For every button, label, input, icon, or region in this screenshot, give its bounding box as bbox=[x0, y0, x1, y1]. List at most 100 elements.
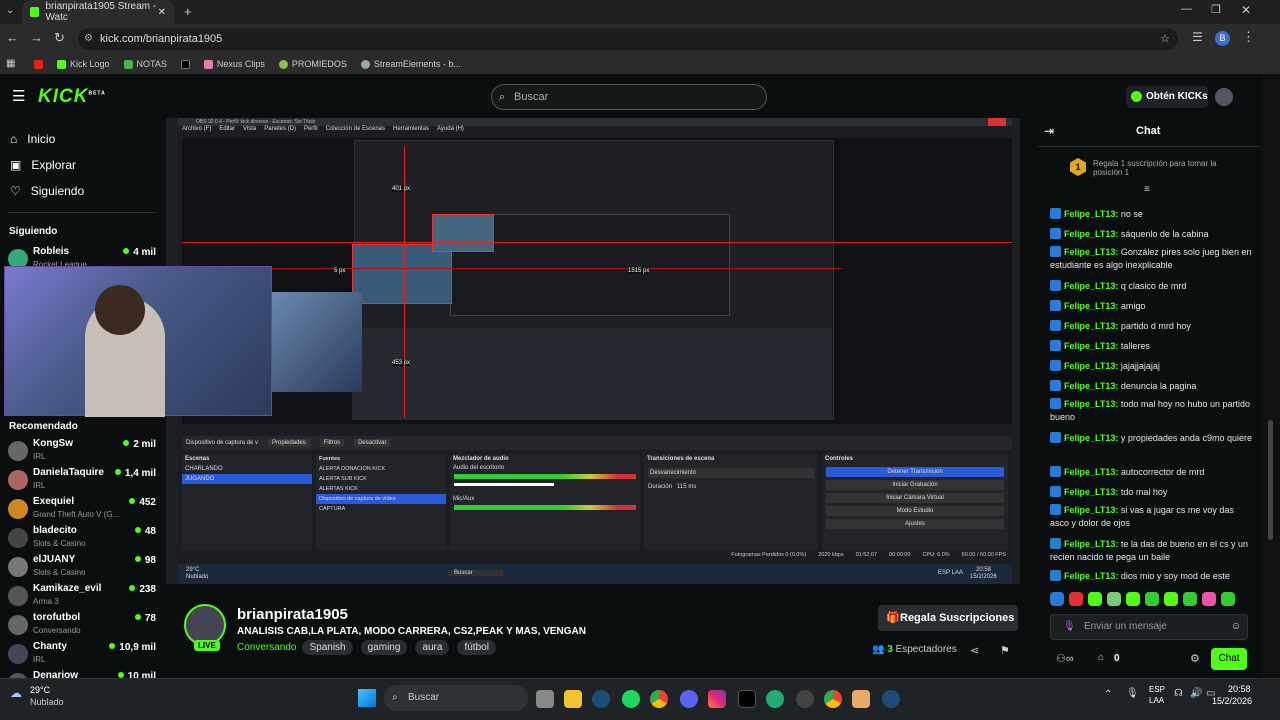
emote-icon[interactable] bbox=[1145, 592, 1159, 606]
file-explorer-icon[interactable] bbox=[564, 690, 582, 708]
collapse-chat-icon[interactable]: ⇥ bbox=[1044, 124, 1054, 138]
chat-input[interactable]: 🎙 Enviar un mensaje ☺ bbox=[1050, 614, 1248, 640]
recommended-channel[interactable]: Chanty IRL 10,9 mil bbox=[8, 641, 156, 669]
share-icon[interactable]: ⋖ bbox=[970, 644, 979, 657]
recommended-channel[interactable]: Kamikaze_evil Arma 3 238 bbox=[8, 583, 156, 611]
bookmark-x[interactable] bbox=[180, 59, 190, 69]
chrome-active-icon[interactable] bbox=[824, 690, 842, 708]
emote-icon[interactable] bbox=[1221, 592, 1235, 606]
chat-message[interactable]: Felipe_LT13: dios mio y soy mod de este bbox=[1050, 570, 1254, 583]
instagram-icon[interactable] bbox=[708, 690, 726, 708]
recommended-channel[interactable]: torofutbol Conversando 78 bbox=[8, 612, 156, 640]
steam-2-icon[interactable] bbox=[882, 690, 900, 708]
chat-username[interactable]: Felipe_LT13: bbox=[1064, 209, 1118, 219]
gift-subs-button[interactable]: 🎁 Regala Suscripciones bbox=[878, 605, 1018, 631]
lang-primary[interactable]: ESP bbox=[1149, 685, 1165, 694]
steam-icon[interactable] bbox=[592, 690, 610, 708]
tab-list-icon[interactable]: ⌄ bbox=[6, 5, 14, 16]
chat-settings-icon[interactable]: ⚙ bbox=[1190, 652, 1200, 665]
apps-grid-icon[interactable]: ▦ bbox=[6, 58, 15, 69]
chat-username[interactable]: Felipe_LT13: bbox=[1064, 247, 1118, 257]
site-info-icon[interactable]: ⚙ bbox=[84, 28, 93, 50]
video-player[interactable]: OBS 32.0.4 - Perfil: kick directos - Esc… bbox=[4, 118, 1020, 584]
search-input[interactable]: ⌕ Buscar bbox=[491, 84, 767, 110]
chat-message[interactable]: Felipe_LT13: q clasico de mrd bbox=[1050, 280, 1254, 293]
bookmark-youtube[interactable] bbox=[34, 59, 43, 69]
chat-message[interactable]: Felipe_LT13: González pires solo jueg bi… bbox=[1050, 246, 1254, 272]
chat-username[interactable]: Felipe_LT13: bbox=[1064, 361, 1118, 371]
chat-message[interactable]: Felipe_LT13: partido d mrd hoy bbox=[1050, 320, 1254, 333]
emote-icon[interactable] bbox=[1183, 592, 1197, 606]
close-tab-icon[interactable]: ✕ bbox=[158, 7, 166, 18]
tiktok-icon[interactable] bbox=[738, 690, 756, 708]
nav-explore[interactable]: ▣ Explorar bbox=[10, 158, 76, 172]
channel-name[interactable]: brianpirata1905 bbox=[237, 606, 348, 623]
bookmark-promiedos[interactable]: PROMIEDOS bbox=[278, 59, 347, 69]
chat-message[interactable]: Felipe_LT13: no se bbox=[1050, 208, 1254, 221]
chevron-down-icon[interactable]: ≡ bbox=[1144, 184, 1150, 195]
chat-message[interactable]: Felipe_LT13: si vas a jugar cs me voy da… bbox=[1050, 504, 1254, 530]
gift-box-icon[interactable]: ⌂ bbox=[1098, 652, 1104, 663]
nav-home[interactable]: ⌂ Inicio bbox=[10, 132, 55, 146]
chat-message[interactable]: Felipe_LT13: denuncia la pagina bbox=[1050, 380, 1254, 393]
emote-icon[interactable] bbox=[1088, 592, 1102, 606]
chat-username[interactable]: Felipe_LT13: bbox=[1064, 301, 1118, 311]
chat-message[interactable]: Felipe_LT13: y propiedades anda c9mo qui… bbox=[1050, 432, 1254, 445]
chat-username[interactable]: Felipe_LT13: bbox=[1064, 321, 1118, 331]
chrome-icon[interactable] bbox=[650, 690, 668, 708]
kicks-points-icon[interactable]: ⚇∞ bbox=[1056, 652, 1074, 665]
maximize-icon[interactable]: ❐ bbox=[1211, 3, 1221, 16]
emote-icon[interactable] bbox=[1069, 592, 1083, 606]
chat-username[interactable]: Felipe_LT13: bbox=[1064, 539, 1118, 549]
bookmark-nexus-clips[interactable]: Nexus Clips bbox=[203, 59, 265, 69]
chat-message[interactable]: Felipe_LT13: amigo bbox=[1050, 300, 1254, 313]
back-icon[interactable]: ← bbox=[6, 30, 19, 45]
new-tab-icon[interactable]: + bbox=[184, 4, 192, 19]
chat-message[interactable]: Felipe_LT13: te la das de bueno en el cs… bbox=[1050, 538, 1254, 564]
mic-icon[interactable]: 🎙 bbox=[1063, 615, 1076, 639]
bookmark-kick-logo[interactable]: Kick Logo bbox=[57, 59, 110, 69]
tag-spanish[interactable]: Spanish bbox=[302, 640, 353, 655]
weather-icon[interactable]: ☁ bbox=[10, 686, 22, 700]
get-kicks-button[interactable]: Obtén KICKs bbox=[1126, 86, 1208, 108]
recommended-channel[interactable]: DanielaTaquire IRL 1,4 mil bbox=[8, 467, 156, 495]
taskbar-search[interactable]: ⌕ Buscar bbox=[384, 685, 528, 711]
tag-futbol[interactable]: fútbol bbox=[457, 640, 496, 655]
browser-menu-icon[interactable]: ⋮ bbox=[1242, 29, 1255, 45]
minimize-icon[interactable]: — bbox=[1181, 3, 1192, 15]
chat-send-button[interactable]: Chat bbox=[1211, 648, 1247, 670]
close-window-icon[interactable]: ✕ bbox=[1241, 3, 1251, 17]
chat-username[interactable]: Felipe_LT13: bbox=[1064, 399, 1118, 409]
emote-icon[interactable] bbox=[1202, 592, 1216, 606]
emoji-icon[interactable]: ☺ bbox=[1231, 615, 1241, 639]
emote-icon[interactable] bbox=[1164, 592, 1178, 606]
chat-message[interactable]: Felipe_LT13: talleres bbox=[1050, 340, 1254, 353]
discord-icon[interactable] bbox=[680, 690, 698, 708]
url-field[interactable]: ⚙ kick.com/brianpirata1905 ☆ bbox=[78, 28, 1178, 50]
chat-username[interactable]: Felipe_LT13: bbox=[1064, 229, 1118, 239]
tag-gaming[interactable]: gaming bbox=[360, 640, 408, 655]
chat-message[interactable]: Felipe_LT13: todo mal hoy no hubo un par… bbox=[1050, 398, 1254, 424]
chat-username[interactable]: Felipe_LT13: bbox=[1064, 281, 1118, 291]
forward-icon[interactable]: → bbox=[30, 30, 43, 45]
app-icon[interactable] bbox=[766, 690, 784, 708]
user-avatar[interactable] bbox=[1215, 88, 1233, 106]
nav-following[interactable]: ♡ Siguiendo bbox=[10, 184, 84, 198]
recommended-channel[interactable]: bladecito Slots & Casino 48 bbox=[8, 525, 156, 553]
profile-avatar[interactable]: B bbox=[1215, 31, 1230, 46]
clock-time[interactable]: 20:58 bbox=[1228, 684, 1251, 694]
chat-username[interactable]: Felipe_LT13: bbox=[1064, 467, 1118, 477]
volume-icon[interactable]: 🔊 bbox=[1190, 688, 1202, 699]
network-icon[interactable]: ☊ bbox=[1174, 688, 1183, 699]
start-windows-icon[interactable] bbox=[358, 689, 376, 707]
chat-message[interactable]: Felipe_LT13: autocorrector de mrd bbox=[1050, 466, 1254, 479]
gift-prompt[interactable]: Regala 1 suscripción para tomar la posic… bbox=[1093, 159, 1243, 177]
tag-aura[interactable]: aura bbox=[415, 640, 450, 655]
task-view-icon[interactable] bbox=[536, 690, 554, 708]
emote-icon[interactable] bbox=[1107, 592, 1121, 606]
emote-icon[interactable] bbox=[1050, 592, 1064, 606]
spotify-icon[interactable] bbox=[622, 690, 640, 708]
chat-message[interactable]: Felipe_LT13: sáquenlo de la cabina bbox=[1050, 228, 1254, 241]
kick-logo[interactable]: KICKBETA bbox=[38, 86, 106, 108]
chat-message[interactable]: Felipe_LT13: jajajjajajaj bbox=[1050, 360, 1254, 373]
